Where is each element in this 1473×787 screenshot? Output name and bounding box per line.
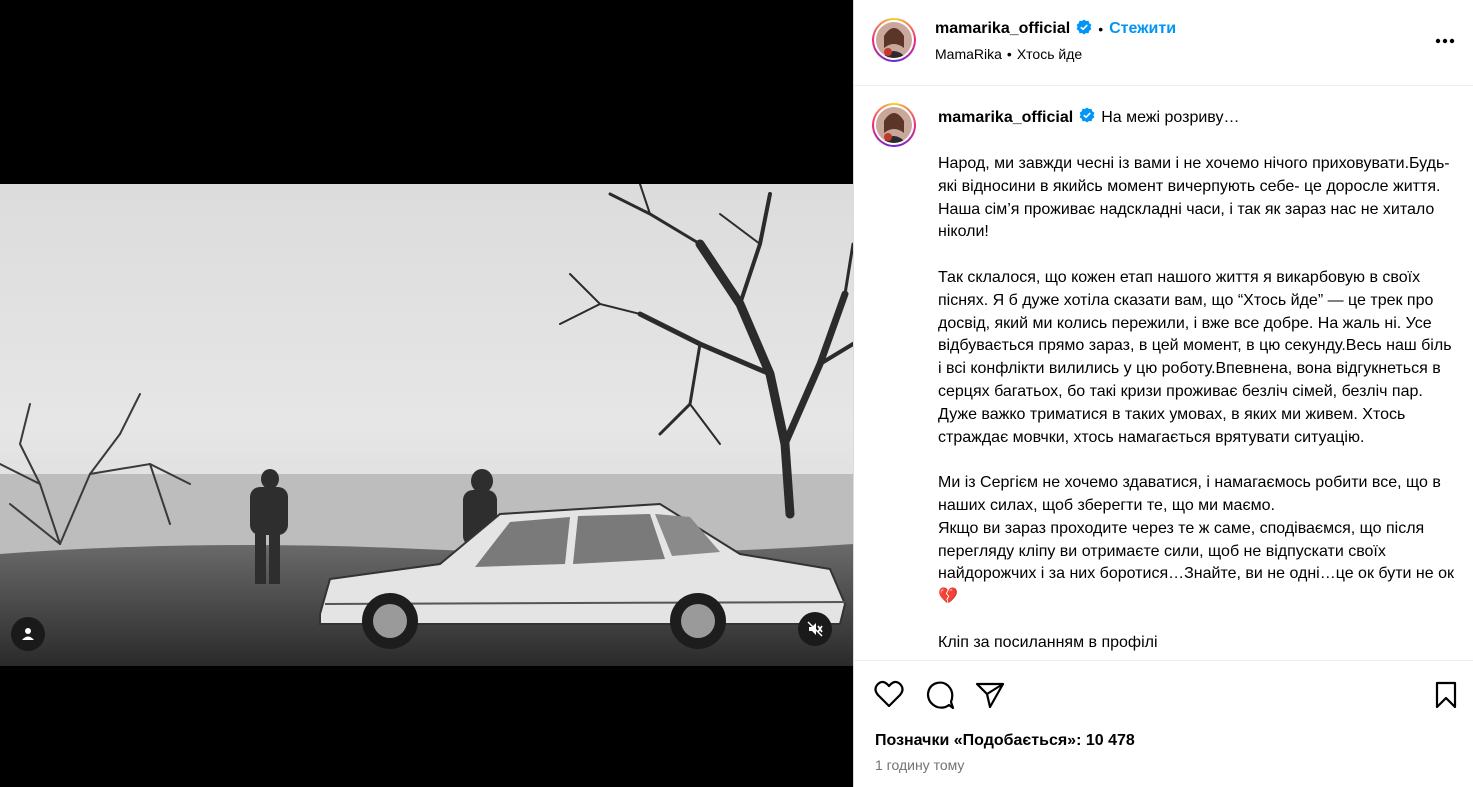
caption-title: На межі розриву… [1101, 108, 1240, 126]
verified-badge-icon [1076, 19, 1092, 40]
more-options-button[interactable] [1432, 30, 1458, 52]
username[interactable]: mamarika_official [935, 20, 1070, 38]
avatar-image [876, 107, 912, 143]
caption-section: mamarika_official На межі розриву… Народ… [854, 87, 1473, 659]
verified-badge-icon [1079, 107, 1095, 128]
mute-button[interactable] [798, 612, 832, 646]
caption-username[interactable]: mamarika_official [938, 109, 1073, 127]
comment-icon [926, 681, 955, 710]
post-timestamp[interactable]: 1 годину тому [875, 757, 964, 773]
video-frame[interactable] [0, 184, 853, 666]
caption-avatar[interactable] [872, 103, 916, 147]
action-bar: Позначки «Подобається»: 10 478 1 годину … [854, 660, 1473, 787]
follow-button[interactable]: Стежити [1109, 20, 1176, 38]
separator-dot: • [1098, 21, 1104, 37]
caption-paragraph: Ми із Сергієм не хочемо здаватися, і нам… [938, 474, 1454, 606]
caption-paragraph: Так склалося, що кожен етап нашого життя… [938, 268, 1452, 446]
video-still [0, 184, 853, 666]
audio-info: MamaRika • Хтось йде [935, 46, 1082, 62]
post-sidebar: mamarika_official • Стежити MamaRika • Х… [853, 0, 1473, 787]
audio-artist-link[interactable]: MamaRika [935, 46, 1002, 62]
post-media[interactable] [0, 0, 853, 787]
share-icon [975, 682, 1005, 709]
avatar-image [876, 22, 912, 58]
save-button[interactable] [1434, 681, 1458, 714]
user-tag-button[interactable] [11, 617, 45, 651]
heart-icon [874, 680, 904, 708]
separator-dot: • [1006, 46, 1012, 62]
muted-speaker-icon [807, 621, 823, 637]
post-header: mamarika_official • Стежити MamaRika • Х… [854, 0, 1473, 86]
caption-paragraph: Кліп за посиланням в профілі [938, 633, 1158, 651]
more-options-icon [1435, 38, 1455, 44]
bookmark-icon [1435, 681, 1457, 709]
comment-button[interactable] [925, 680, 955, 715]
share-button[interactable] [975, 681, 1005, 714]
caption-text: Народ, ми завжди чесні із вами і не хоче… [938, 153, 1458, 659]
likes-count[interactable]: Позначки «Подобається»: 10 478 [875, 732, 1135, 750]
user-tag-icon [22, 628, 34, 640]
audio-track-link[interactable]: Хтось йде [1017, 46, 1082, 62]
like-button[interactable] [874, 680, 904, 713]
caption-paragraph: Народ, ми завжди чесні із вами і не хоче… [938, 155, 1450, 241]
avatar[interactable] [872, 18, 916, 62]
